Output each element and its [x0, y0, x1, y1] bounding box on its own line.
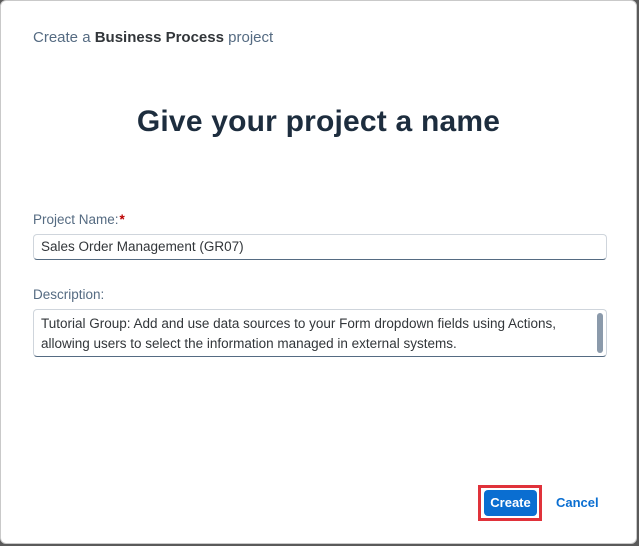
description-textarea[interactable]: Tutorial Group: Add and use data sources…	[33, 309, 607, 357]
header-prefix: Create a	[33, 29, 91, 46]
page-title: Give your project a name	[136, 105, 501, 138]
project-name-label: Project Name:*	[33, 212, 125, 227]
required-marker: *	[119, 212, 125, 227]
header-project-type: Business Process	[94, 29, 224, 46]
dialog-header: Create a Business Process project	[33, 29, 273, 46]
create-button[interactable]: Create	[484, 490, 537, 516]
header-suffix: project	[228, 29, 274, 46]
description-value: Tutorial Group: Add and use data sources…	[41, 316, 557, 351]
project-name-label-text: Project Name:	[33, 212, 119, 227]
create-project-dialog: Create a Business Process project Give y…	[0, 0, 637, 544]
project-name-value: Sales Order Management (GR07)	[41, 239, 244, 254]
description-scrollbar[interactable]	[597, 313, 603, 353]
project-name-input[interactable]: Sales Order Management (GR07)	[33, 234, 607, 260]
cancel-button[interactable]: Cancel	[553, 490, 602, 516]
description-label: Description:	[33, 287, 105, 302]
